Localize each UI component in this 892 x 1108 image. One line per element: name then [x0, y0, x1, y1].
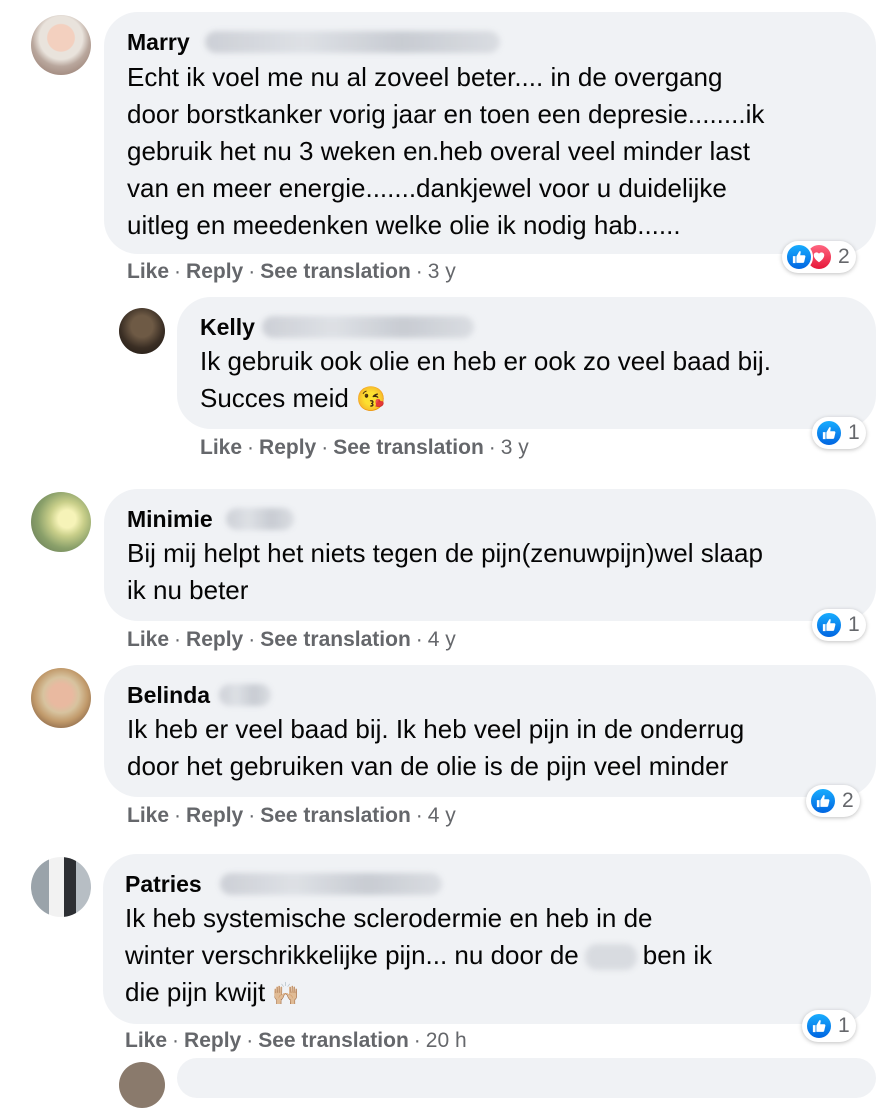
- timestamp[interactable]: 3 y: [428, 260, 456, 283]
- separator-dot: ·: [321, 436, 329, 459]
- comment-text: Ik gebruik ook olie en heb er ook zo vee…: [200, 343, 870, 418]
- comment-actions: Like · Reply · See translation · 3 y: [200, 435, 529, 461]
- like-reaction-icon: [815, 419, 843, 447]
- comment-text: Echt ik voel me nu al zoveel beter.... i…: [127, 62, 765, 240]
- see-translation-link[interactable]: See translation: [333, 436, 484, 459]
- comment-author[interactable]: Marry: [127, 29, 190, 55]
- reaction-count: 2: [838, 245, 850, 268]
- kissing-face-emoji: 😘: [356, 386, 386, 413]
- like-link[interactable]: Like: [127, 260, 169, 283]
- separator-dot: ·: [248, 628, 256, 651]
- separator-dot: ·: [174, 804, 182, 827]
- separator-dot: ·: [488, 436, 496, 459]
- comment-author[interactable]: Belinda: [127, 682, 210, 708]
- separator-dot: ·: [174, 260, 182, 283]
- reply-link[interactable]: Reply: [259, 436, 316, 459]
- like-reaction-icon: [815, 611, 843, 639]
- reaction-summary[interactable]: 1: [812, 609, 866, 641]
- comment-text-segment: die pijn kwijt: [125, 977, 266, 1007]
- blurred-surname: [220, 873, 442, 895]
- comment-text-line: die pijn kwijt 🙌🏼: [125, 974, 865, 1012]
- comment-text-line: winter verschrikkelijke pijn... nu door …: [125, 937, 865, 974]
- like-link[interactable]: Like: [127, 804, 169, 827]
- comment-actions: Like · Reply · See translation · 20 h: [125, 1028, 467, 1054]
- comment-author[interactable]: Minimie: [127, 506, 213, 532]
- comment-actions: Like · Reply · See translation · 4 y: [127, 803, 456, 829]
- reaction-summary[interactable]: 2: [782, 241, 856, 273]
- avatar[interactable]: [31, 15, 91, 75]
- separator-dot: ·: [415, 804, 423, 827]
- comment-text-segment: ben ik: [642, 940, 713, 970]
- reaction-count: 2: [842, 789, 854, 812]
- comment-actions: Like · Reply · See translation · 3 y: [127, 259, 456, 285]
- comment-author[interactable]: Kelly: [200, 314, 255, 340]
- like-reaction-icon: [785, 243, 813, 271]
- reply-link[interactable]: Reply: [186, 804, 243, 827]
- timestamp[interactable]: 20 h: [426, 1029, 467, 1052]
- timestamp[interactable]: 4 y: [428, 628, 456, 651]
- avatar[interactable]: [31, 857, 91, 917]
- avatar[interactable]: [31, 492, 91, 552]
- see-translation-link[interactable]: See translation: [258, 1029, 409, 1052]
- reaction-count: 1: [848, 421, 860, 444]
- blurred-surname: [262, 316, 474, 338]
- see-translation-link[interactable]: See translation: [260, 804, 411, 827]
- comment-text-segment: winter verschrikkelijke pijn... nu door …: [125, 940, 579, 970]
- comment-text-line: Ik heb systemische sclerodermie en heb i…: [125, 903, 653, 933]
- comment-text: Ik heb er veel baad bij. Ik heb veel pij…: [127, 714, 745, 781]
- comment-text: Bij mij helpt het niets tegen de pijn(ze…: [127, 538, 763, 605]
- timestamp[interactable]: 3 y: [501, 436, 529, 459]
- separator-dot: ·: [415, 260, 423, 283]
- separator-dot: ·: [247, 436, 255, 459]
- reaction-summary[interactable]: 1: [812, 417, 866, 449]
- reply-link[interactable]: Reply: [186, 628, 243, 651]
- reaction-count: 1: [838, 1014, 850, 1037]
- raising-hands-emoji: 🙌🏼: [272, 981, 300, 1006]
- comment-actions: Like · Reply · See translation · 4 y: [127, 627, 456, 653]
- separator-dot: ·: [174, 628, 182, 651]
- like-link[interactable]: Like: [125, 1029, 167, 1052]
- blurred-word: [584, 944, 637, 971]
- separator-dot: ·: [248, 260, 256, 283]
- reaction-summary[interactable]: 2: [806, 785, 860, 817]
- separator-dot: ·: [413, 1029, 421, 1052]
- blurred-surname: [219, 684, 271, 706]
- like-link[interactable]: Like: [127, 628, 169, 651]
- comment-text-body: Ik gebruik ook olie en heb er ook zo vee…: [200, 346, 771, 413]
- reaction-count: 1: [848, 613, 860, 636]
- blurred-surname: [226, 508, 294, 530]
- timestamp[interactable]: 4 y: [428, 804, 456, 827]
- comment-bubble: [177, 1058, 876, 1098]
- like-reaction-icon: [805, 1012, 833, 1040]
- avatar[interactable]: [31, 668, 91, 728]
- see-translation-link[interactable]: See translation: [260, 260, 411, 283]
- reaction-summary[interactable]: 1: [802, 1010, 856, 1042]
- comment-text: Ik heb systemische sclerodermie en heb i…: [125, 900, 865, 1012]
- reply-link[interactable]: Reply: [184, 1029, 241, 1052]
- see-translation-link[interactable]: See translation: [260, 628, 411, 651]
- blurred-surname: [205, 31, 500, 53]
- like-link[interactable]: Like: [200, 436, 242, 459]
- separator-dot: ·: [415, 628, 423, 651]
- avatar[interactable]: [119, 308, 165, 354]
- like-reaction-icon: [809, 787, 837, 815]
- reply-link[interactable]: Reply: [186, 260, 243, 283]
- separator-dot: ·: [246, 1029, 254, 1052]
- separator-dot: ·: [248, 804, 256, 827]
- separator-dot: ·: [172, 1029, 180, 1052]
- comment-author[interactable]: Patries: [125, 871, 202, 897]
